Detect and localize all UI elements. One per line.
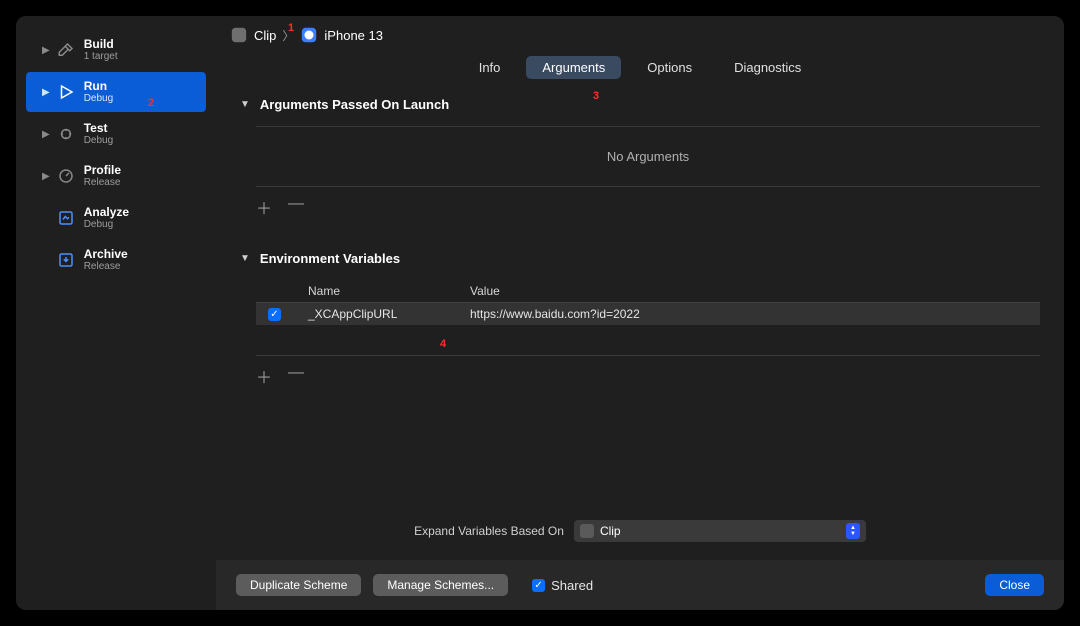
add-argument-button[interactable]: ＋	[256, 195, 272, 219]
add-env-var-button[interactable]: ＋	[256, 364, 272, 388]
row-checkbox[interactable]: ✓	[268, 308, 281, 321]
remove-env-var-button[interactable]: —	[288, 364, 304, 388]
footer-bar: Duplicate Scheme Manage Schemes... ✓ Sha…	[216, 560, 1064, 610]
sidebar-item-sublabel: Debug	[84, 93, 113, 104]
tab-options[interactable]: Options	[631, 56, 708, 79]
scheme-sidebar: ▶ Build 1 target ▶ Run Debug	[16, 16, 216, 610]
env-var-name[interactable]: _XCAppClipURL	[302, 305, 464, 323]
scheme-editor-panel: 1 2 3 4 ▶ Build 1 target ▶ Run	[16, 16, 1064, 610]
archive-icon	[56, 250, 76, 270]
chevron-right-icon: ▶	[42, 171, 50, 182]
sidebar-item-sublabel: Release	[84, 177, 121, 188]
wrench-icon	[56, 124, 76, 144]
analyze-icon	[56, 208, 76, 228]
shared-checkbox[interactable]: ✓	[532, 579, 545, 592]
main-content: Clip 〉 iPhone 13 Info Arguments Options …	[216, 16, 1064, 610]
breadcrumb-separator: 〉	[282, 27, 294, 44]
manage-schemes-button[interactable]: Manage Schemes...	[373, 574, 508, 596]
sidebar-item-label: Run	[84, 80, 113, 93]
close-button[interactable]: Close	[985, 574, 1044, 596]
duplicate-scheme-button[interactable]: Duplicate Scheme	[236, 574, 361, 596]
breadcrumb: Clip 〉 iPhone 13	[216, 16, 1064, 52]
tab-info[interactable]: Info	[463, 56, 517, 79]
section-arguments: ▼ Arguments Passed On Launch No Argument…	[240, 91, 1040, 231]
chevron-right-icon: ▶	[42, 129, 50, 140]
sidebar-item-test[interactable]: ▶ Test Debug	[26, 114, 206, 154]
table-empty-row	[256, 325, 1040, 356]
arguments-empty-label: No Arguments	[256, 126, 1040, 187]
sidebar-item-label: Test	[84, 122, 113, 135]
section-env-vars: ▼ Environment Variables Name Value ✓ _XC…	[240, 245, 1040, 400]
sidebar-item-sublabel: 1 target	[84, 51, 118, 62]
section-title: Environment Variables	[260, 251, 400, 266]
column-header-name: Name	[302, 280, 464, 302]
section-title: Arguments Passed On Launch	[260, 97, 449, 112]
hammer-icon	[56, 40, 76, 60]
sidebar-item-run[interactable]: ▶ Run Debug	[26, 72, 206, 112]
sidebar-item-sublabel: Debug	[84, 219, 129, 230]
tab-arguments[interactable]: Arguments	[526, 56, 621, 79]
column-header-checkbox	[256, 280, 302, 302]
sidebar-item-label: Analyze	[84, 206, 129, 219]
gauge-icon	[56, 166, 76, 186]
expand-variables-row: Expand Variables Based On Clip ▲▼	[216, 508, 1064, 560]
tab-diagnostics[interactable]: Diagnostics	[718, 56, 817, 79]
sidebar-item-build[interactable]: ▶ Build 1 target	[26, 30, 206, 70]
remove-argument-button[interactable]: —	[288, 195, 304, 219]
sidebar-item-sublabel: Release	[84, 261, 128, 272]
sidebar-item-profile[interactable]: ▶ Profile Release	[26, 156, 206, 196]
app-clip-icon	[230, 26, 248, 44]
chevron-right-icon: ▶	[42, 87, 50, 98]
expand-variables-label: Expand Variables Based On	[414, 524, 564, 538]
expand-variables-value: Clip	[600, 524, 846, 538]
section-header-arguments[interactable]: ▼ Arguments Passed On Launch	[240, 91, 1040, 118]
chevron-right-icon: ▶	[42, 45, 50, 56]
sidebar-item-analyze[interactable]: ▶ Analyze Debug	[26, 198, 206, 238]
scheme-name[interactable]: Clip	[254, 28, 276, 43]
expand-variables-select[interactable]: Clip ▲▼	[574, 520, 866, 542]
updown-arrows-icon: ▲▼	[846, 523, 860, 539]
env-vars-table: Name Value ✓ _XCAppClipURL https://www.b…	[256, 280, 1040, 356]
device-icon	[300, 26, 318, 44]
sidebar-item-sublabel: Debug	[84, 135, 113, 146]
play-icon	[56, 82, 76, 102]
shared-label: Shared	[551, 578, 593, 593]
target-icon	[580, 524, 594, 538]
tab-bar: Info Arguments Options Diagnostics	[216, 52, 1064, 89]
disclosure-triangle-icon[interactable]: ▼	[240, 253, 250, 264]
device-name[interactable]: iPhone 13	[324, 28, 383, 43]
sidebar-item-label: Profile	[84, 164, 121, 177]
column-header-value: Value	[464, 280, 1040, 302]
env-var-value[interactable]: https://www.baidu.com?id=2022	[464, 305, 1040, 323]
disclosure-triangle-icon[interactable]: ▼	[240, 99, 250, 110]
sidebar-item-label: Build	[84, 38, 118, 51]
table-row[interactable]: ✓ _XCAppClipURL https://www.baidu.com?id…	[256, 303, 1040, 325]
sidebar-item-label: Archive	[84, 248, 128, 261]
section-header-env[interactable]: ▼ Environment Variables	[240, 245, 1040, 272]
sidebar-item-archive[interactable]: ▶ Archive Release	[26, 240, 206, 280]
